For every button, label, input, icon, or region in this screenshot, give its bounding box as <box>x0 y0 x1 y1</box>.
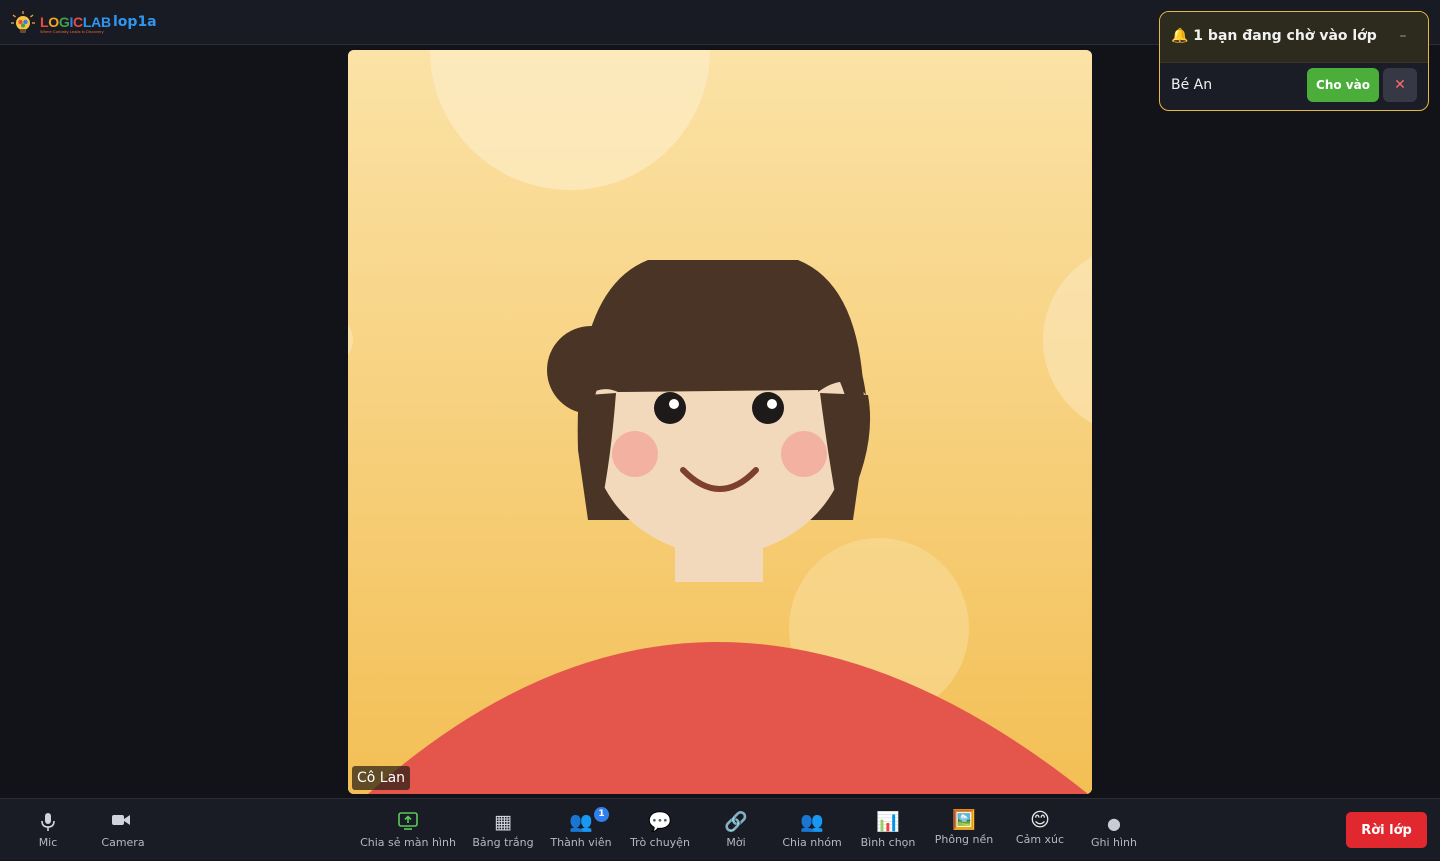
chat-button[interactable]: 💬 Trò chuyện <box>630 799 690 861</box>
logo-letter: B <box>100 14 111 30</box>
waiting-guest-row: Bé An Cho vào ✕ <box>1160 62 1428 110</box>
reactions-button[interactable]: 😊 Cảm xúc <box>1016 799 1064 861</box>
poll-button[interactable]: 📊 Bình chọn <box>861 799 916 861</box>
logo-tagline: Where Curiosity Leads to Discovery <box>40 29 104 34</box>
logo-bulb-icon <box>11 11 35 33</box>
room-name: lop1a <box>113 14 157 30</box>
reactions-label: Cảm xúc <box>1015 833 1065 846</box>
mic-label: Mic <box>38 836 58 849</box>
waiting-room-header: 🔔 1 bạn đang chờ vào lớp – <box>1160 12 1428 63</box>
poll-icon: 📊 <box>876 811 900 833</box>
mic-button[interactable]: Mic <box>28 799 68 861</box>
video-tile[interactable] <box>348 50 1092 794</box>
logo-letter: L <box>40 14 49 30</box>
camera-icon <box>112 815 130 825</box>
share-screen-label: Chia sẻ màn hình <box>360 836 456 849</box>
breakout-rooms-button[interactable]: 👥 Chia nhóm <box>782 799 841 861</box>
link-icon: 🔗 <box>724 811 748 833</box>
participant-name-tag: Cô Lan <box>352 766 411 790</box>
share-screen-icon <box>398 812 418 830</box>
logo-letter: A <box>91 14 101 30</box>
whiteboard-label: Bảng trắng <box>472 836 534 849</box>
background-button[interactable]: 🖼️ Phông nền <box>935 799 994 861</box>
waiting-room-title: 🔔 1 bạn đang chờ vào lớp <box>1171 28 1377 44</box>
breakout-label: Chia nhóm <box>782 836 842 849</box>
participant-avatar-illustration <box>348 50 1092 794</box>
logo-letter: G <box>58 14 70 30</box>
leave-class-button[interactable]: Rời lớp <box>1346 812 1427 848</box>
admit-button[interactable]: Cho vào <box>1307 68 1379 102</box>
members-count-badge: 1 <box>594 807 609 822</box>
invite-label: Mời <box>726 836 746 849</box>
members-button[interactable]: 👥 1 Thành viên <box>550 799 612 861</box>
camera-button[interactable]: Camera <box>100 799 146 861</box>
bottom-toolbar: Mic Camera Chia sẻ màn hình ▦ Bảng trắng… <box>0 798 1440 860</box>
whiteboard-button[interactable]: ▦ Bảng trắng <box>472 799 533 861</box>
logo-letter: C <box>73 14 83 30</box>
logo-wordmark: LOGICLAB <box>40 14 111 30</box>
logo-letter: O <box>48 14 59 30</box>
emoji-icon: 😊 <box>1030 809 1050 831</box>
deny-button[interactable]: ✕ <box>1383 68 1417 102</box>
logo-letter: L <box>82 14 92 30</box>
record-label: Ghi hình <box>1090 836 1138 849</box>
chat-label: Trò chuyện <box>630 836 690 849</box>
camera-label: Camera <box>101 836 145 849</box>
poll-label: Bình chọn <box>860 836 916 849</box>
microphone-icon <box>41 813 55 831</box>
background-label: Phông nền <box>934 833 994 846</box>
minimize-panel-button[interactable]: – <box>1394 27 1412 45</box>
background-icon: 🖼️ <box>952 809 976 831</box>
chat-icon: 💬 <box>648 811 672 833</box>
record-icon: ● <box>1107 814 1121 833</box>
members-label: Thành viên <box>550 836 612 849</box>
waiting-room-panel: 🔔 1 bạn đang chờ vào lớp – Bé An Cho vào… <box>1159 11 1429 111</box>
record-button[interactable]: ● Ghi hình <box>1091 799 1137 861</box>
waiting-guest-name: Bé An <box>1171 77 1213 93</box>
whiteboard-icon: ▦ <box>494 811 512 833</box>
share-screen-button[interactable]: Chia sẻ màn hình <box>360 799 456 861</box>
invite-button[interactable]: 🔗 Mời <box>718 799 754 861</box>
breakout-icon: 👥 <box>800 811 824 833</box>
